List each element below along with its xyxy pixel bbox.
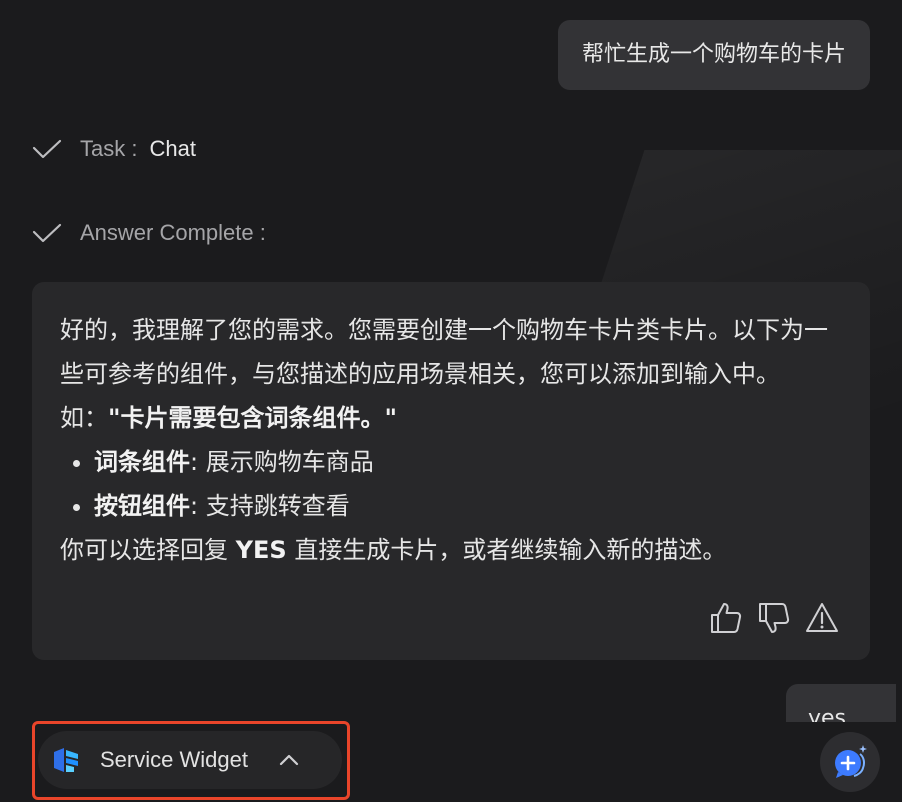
task-value: Chat bbox=[149, 136, 196, 161]
task-status-row: Task : Chat bbox=[32, 136, 196, 162]
answer-outro-prefix: 你可以选择回复 bbox=[60, 536, 236, 564]
component-desc: : 展示购物车商品 bbox=[190, 448, 374, 476]
answer-outro: 你可以选择回复 YES 直接生成卡片，或者继续输入新的描述。 bbox=[60, 528, 842, 572]
component-desc: : 支持跳转查看 bbox=[190, 492, 350, 520]
chevron-up-icon bbox=[279, 754, 299, 766]
answer-outro-keyword: YES bbox=[235, 536, 287, 564]
answer-example-quote: "卡片需要包含词条组件。" bbox=[108, 404, 398, 432]
component-name: 词条组件 bbox=[94, 448, 190, 476]
service-widget-logo-icon bbox=[54, 748, 78, 772]
check-icon bbox=[32, 139, 62, 159]
component-name: 按钮组件 bbox=[94, 492, 190, 520]
user-message-bubble: 帮忙生成一个购物车的卡片 bbox=[557, 20, 870, 90]
new-chat-icon bbox=[835, 745, 867, 778]
service-widget-button[interactable]: Service Widget bbox=[38, 731, 342, 789]
answer-card: 好的，我理解了您的需求。您需要创建一个购物车卡片类卡片。以下为一些可参考的组件，… bbox=[32, 282, 870, 660]
warning-icon[interactable] bbox=[804, 600, 840, 636]
list-item: 词条组件: 展示购物车商品 bbox=[94, 440, 842, 484]
new-chat-button[interactable] bbox=[820, 732, 880, 792]
feedback-actions bbox=[708, 600, 840, 636]
task-label: Task : bbox=[80, 136, 138, 161]
answer-intro: 好的，我理解了您的需求。您需要创建一个购物车卡片类卡片。以下为一些可参考的组件，… bbox=[60, 308, 842, 440]
check-icon bbox=[32, 223, 62, 243]
thumbs-down-icon[interactable] bbox=[756, 600, 792, 636]
list-item: 按钮组件: 支持跳转查看 bbox=[94, 484, 842, 528]
chat-window: 帮忙生成一个购物车的卡片 Task : Chat Answer Complete… bbox=[0, 0, 902, 802]
component-list: 词条组件: 展示购物车商品 按钮组件: 支持跳转查看 bbox=[60, 440, 842, 528]
answer-status-row: Answer Complete : bbox=[32, 220, 266, 246]
thumbs-up-icon[interactable] bbox=[708, 600, 744, 636]
answer-complete-label: Answer Complete : bbox=[80, 220, 266, 245]
answer-outro-suffix: 直接生成卡片，或者继续输入新的描述。 bbox=[286, 536, 727, 564]
service-widget-label: Service Widget bbox=[100, 747, 248, 772]
